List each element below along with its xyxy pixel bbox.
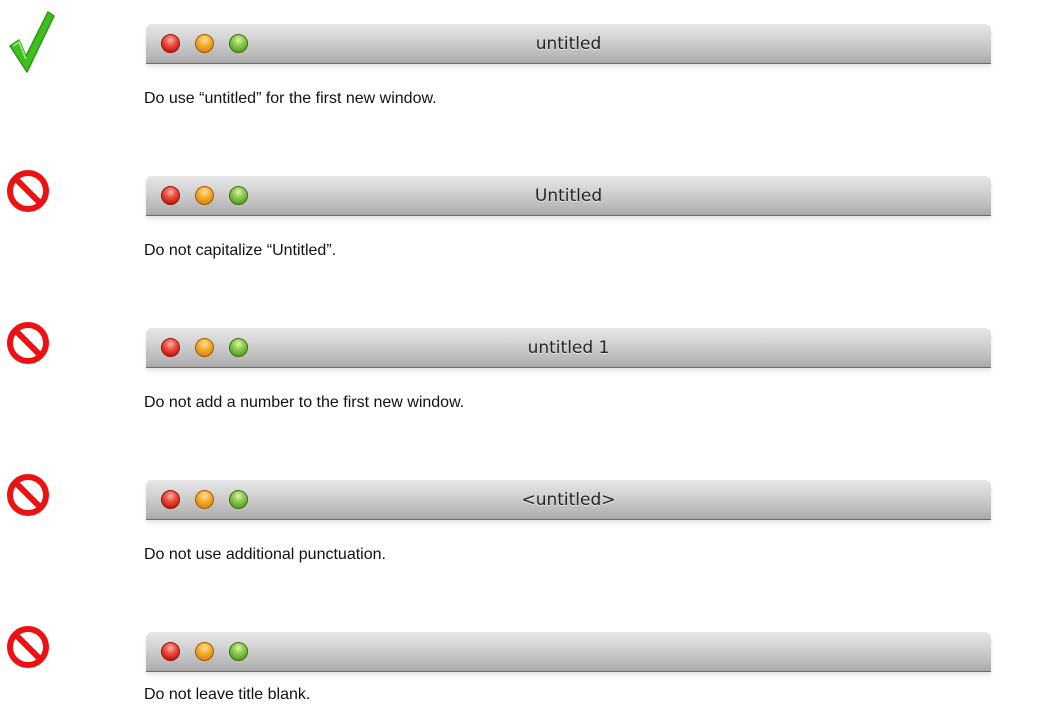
window-title-bar: Untitled (146, 176, 991, 216)
window-title: untitled 1 (527, 338, 610, 358)
example-correct-untitled: untitled Do use “untitled” for the first… (0, 0, 1039, 120)
prohibited-icon (4, 471, 60, 531)
prohibited-icon (4, 167, 60, 227)
zoom-button[interactable] (229, 642, 248, 661)
window-title: untitled (535, 34, 602, 54)
example-incorrect-punctuation: <untitled> Do not use additional punctua… (0, 456, 1039, 576)
example-incorrect-blank: Do not leave title blank. (0, 608, 1039, 728)
window-title-bar: untitled (146, 24, 991, 64)
window-title-bar (146, 632, 991, 672)
example-incorrect-capitalized: Untitled Do not capitalize “Untitled”. (0, 152, 1039, 272)
example-caption: Do not leave title blank. (144, 686, 311, 703)
example-caption: Do not add a number to the first new win… (144, 394, 465, 411)
prohibited-icon (4, 623, 60, 683)
window-title: Untitled (534, 186, 603, 206)
window-title-bar: untitled 1 (146, 328, 991, 368)
prohibited-icon (4, 319, 60, 379)
example-caption: Do use “untitled” for the first new wind… (144, 90, 437, 107)
example-caption: Do not capitalize “Untitled”. (144, 242, 337, 259)
example-caption: Do not use additional punctuation. (144, 546, 386, 563)
close-button[interactable] (161, 642, 180, 661)
window-title: <untitled> (521, 490, 616, 510)
window-title-bar: <untitled> (146, 480, 991, 520)
example-incorrect-numbered: untitled 1 Do not add a number to the fi… (0, 304, 1039, 424)
minimize-button[interactable] (195, 642, 214, 661)
green-checkmark-icon (4, 4, 60, 73)
